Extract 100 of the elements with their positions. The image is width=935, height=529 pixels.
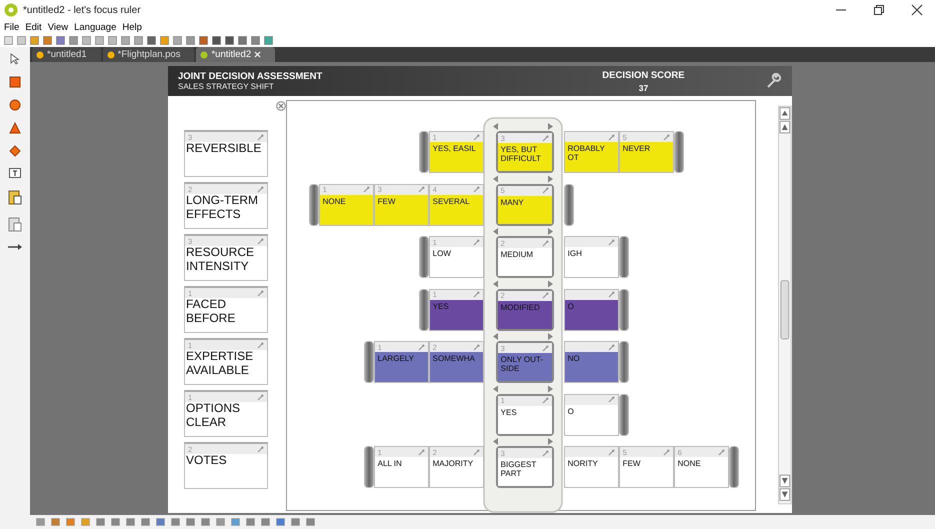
row-end-cap[interactable] bbox=[728, 446, 739, 488]
wrench-icon[interactable] bbox=[256, 186, 264, 192]
file-dot-icon bbox=[106, 50, 115, 58]
wrench-icon[interactable] bbox=[662, 448, 670, 456]
wrench-icon[interactable] bbox=[256, 446, 264, 452]
wrench-icon[interactable] bbox=[472, 238, 480, 246]
option-label: NO bbox=[568, 354, 581, 364]
menu-item[interactable]: View bbox=[48, 22, 68, 32]
wrench-icon[interactable] bbox=[256, 238, 264, 244]
wrench-icon[interactable] bbox=[472, 448, 480, 456]
wrench-icon[interactable] bbox=[542, 240, 549, 246]
circle-icon[interactable] bbox=[9, 99, 21, 111]
option-card[interactable]: NORITY bbox=[564, 446, 619, 488]
option-card[interactable]: ROBABLY OT bbox=[564, 131, 619, 173]
option-label: ALL IN bbox=[378, 459, 403, 468]
wrench-icon[interactable] bbox=[418, 448, 425, 456]
option-label: MEDIUM bbox=[500, 250, 534, 260]
option-label: BIGGEST PART bbox=[500, 460, 538, 478]
restore-icon[interactable] bbox=[873, 4, 885, 16]
row-end-cap[interactable] bbox=[418, 288, 429, 330]
row-end-cap[interactable] bbox=[618, 341, 629, 383]
option-card[interactable]: O bbox=[564, 394, 619, 436]
row-end-cap[interactable] bbox=[674, 131, 684, 173]
wrench-icon[interactable] bbox=[662, 134, 670, 140]
wrench-icon[interactable] bbox=[256, 134, 264, 140]
wrench-icon[interactable] bbox=[418, 344, 425, 350]
square-icon[interactable] bbox=[9, 76, 21, 88]
wrench-icon[interactable] bbox=[472, 186, 480, 193]
option-label: SEVERAL bbox=[432, 196, 471, 206]
score-label: DECISION SCORE bbox=[602, 70, 685, 80]
wrench-icon[interactable] bbox=[542, 187, 549, 194]
score-value: 37 bbox=[638, 82, 648, 92]
option-label: MANY bbox=[500, 198, 525, 207]
menu-item[interactable]: Edit bbox=[25, 22, 42, 32]
row-end-cap[interactable] bbox=[364, 341, 374, 383]
option-label: O bbox=[568, 406, 575, 416]
wrench-icon[interactable] bbox=[542, 134, 549, 142]
factor-label: OPTIONS CLEAR bbox=[185, 402, 242, 430]
menu-item[interactable]: Help bbox=[122, 22, 142, 32]
wrench-icon[interactable] bbox=[608, 396, 615, 403]
option-label: FEW bbox=[378, 196, 396, 206]
option-label: MAJORITY bbox=[432, 459, 474, 468]
wrench-icon[interactable] bbox=[766, 73, 782, 89]
wrench-icon[interactable] bbox=[542, 450, 549, 456]
app-logo-icon bbox=[4, 3, 18, 17]
editor-tab[interactable]: *untitled2 bbox=[196, 47, 276, 62]
close-icon[interactable] bbox=[911, 4, 923, 16]
editor-tab[interactable]: *untitled1 bbox=[32, 47, 101, 62]
row-end-cap[interactable] bbox=[418, 236, 429, 278]
row-end-cap[interactable] bbox=[564, 184, 574, 226]
connector-icon[interactable] bbox=[7, 243, 23, 251]
wrench-icon[interactable] bbox=[542, 344, 549, 352]
triangle-icon[interactable] bbox=[9, 122, 21, 134]
row-end-cap[interactable] bbox=[418, 131, 429, 173]
wrench-icon[interactable] bbox=[472, 344, 480, 350]
menu-item[interactable]: Language bbox=[74, 22, 116, 32]
wrench-icon[interactable] bbox=[608, 134, 615, 140]
wrench-icon[interactable] bbox=[472, 291, 480, 298]
wrench-icon[interactable] bbox=[542, 292, 549, 299]
wrench-icon[interactable] bbox=[256, 394, 264, 400]
option-label: O bbox=[568, 302, 575, 311]
wrench-icon[interactable] bbox=[542, 397, 549, 404]
factor-label: FACED BEFORE bbox=[185, 298, 236, 326]
diamond-icon[interactable] bbox=[9, 145, 21, 157]
factor-label: VOTES bbox=[185, 454, 228, 468]
wrench-icon[interactable] bbox=[608, 291, 615, 298]
option-label: NONE bbox=[678, 459, 702, 468]
menu-item[interactable]: File bbox=[4, 22, 20, 32]
wrench-icon[interactable] bbox=[418, 186, 425, 193]
wrench-icon[interactable] bbox=[256, 342, 264, 348]
option-label: LOW bbox=[432, 249, 452, 258]
wrench-icon[interactable] bbox=[608, 238, 615, 246]
factor-label: REVERSIBLE bbox=[185, 142, 262, 156]
option-label: SOMEWHA bbox=[432, 354, 476, 364]
wrench-icon[interactable] bbox=[608, 344, 615, 350]
file-dot-icon bbox=[36, 50, 44, 58]
close-circle-icon[interactable] bbox=[276, 101, 286, 111]
row-end-cap[interactable] bbox=[618, 394, 629, 436]
wrench-icon[interactable] bbox=[472, 134, 480, 140]
pointer-icon[interactable] bbox=[10, 53, 20, 65]
option-label: NONE bbox=[322, 196, 347, 206]
option-label: NEVER bbox=[622, 144, 652, 154]
option-label: LARGELY bbox=[378, 354, 415, 364]
assessment-subtitle: SALES STRATEGY SHIFT bbox=[178, 82, 275, 91]
wrench-icon[interactable] bbox=[718, 448, 725, 456]
text-box-icon[interactable] bbox=[9, 168, 21, 178]
wrench-icon[interactable] bbox=[362, 186, 370, 193]
row-end-cap[interactable] bbox=[308, 184, 319, 226]
wrench-icon[interactable] bbox=[608, 448, 615, 456]
option-card[interactable]: NO bbox=[564, 341, 619, 383]
option-label: MODIFIED bbox=[500, 302, 541, 312]
editor-tab[interactable]: *Flightplan.pos bbox=[102, 47, 194, 62]
row-end-cap[interactable] bbox=[618, 288, 629, 330]
factor-label: LONG-TERM EFFECTS bbox=[185, 194, 259, 222]
wrench-icon[interactable] bbox=[256, 290, 264, 296]
row-end-cap[interactable] bbox=[364, 446, 374, 488]
option-card[interactable]: IGH bbox=[564, 236, 619, 278]
row-end-cap[interactable] bbox=[618, 236, 629, 278]
option-label: IGH bbox=[568, 249, 583, 258]
tab-close-icon[interactable] bbox=[254, 51, 262, 58]
